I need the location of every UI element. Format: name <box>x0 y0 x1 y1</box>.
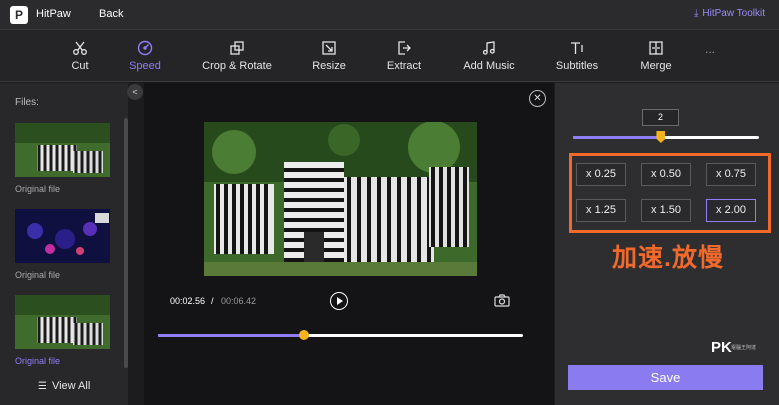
speed-option-2-00[interactable]: x 2.00 <box>706 199 756 222</box>
speed-option-0-50[interactable]: x 0.50 <box>641 163 691 186</box>
timeline-progress <box>158 334 304 337</box>
close-icon[interactable]: ✕ <box>529 90 546 107</box>
files-panel: Files: Original file Original file Origi… <box>0 83 128 405</box>
current-time: 00:02.56 <box>170 296 206 306</box>
time-separator: / <box>211 296 214 306</box>
file-thumbnail-2[interactable] <box>15 209 110 263</box>
file-label: Original file <box>15 184 61 194</box>
collapse-panel-button[interactable]: < <box>127 84 143 100</box>
tool-merge[interactable]: Merge <box>639 30 673 82</box>
video-timeline[interactable] <box>158 330 523 340</box>
watermark-subtext: 電腦王阿達 <box>731 345 757 351</box>
timeline-handle[interactable] <box>299 330 309 340</box>
video-frame <box>204 122 477 276</box>
download-icon: ⤓ <box>693 8 699 19</box>
view-all-label: View All <box>51 380 91 392</box>
speed-option-1-50[interactable]: x 1.50 <box>641 199 691 222</box>
tool-label: Extract <box>386 60 422 72</box>
play-button[interactable] <box>330 292 348 310</box>
tool-label: Resize <box>312 60 346 72</box>
speed-value-input[interactable]: 2 <box>642 109 679 126</box>
tool-label: Merge <box>640 60 672 72</box>
crop-rotate-icon <box>230 41 244 55</box>
tool-speed[interactable]: Speed <box>127 30 163 82</box>
speed-option-0-25[interactable]: x 0.25 <box>576 163 626 186</box>
tool-label: Crop & Rotate <box>202 60 272 72</box>
extract-icon <box>398 41 411 55</box>
text-icon <box>571 42 583 54</box>
tool-cut[interactable]: Cut <box>68 30 92 82</box>
zebra-video-image <box>204 122 477 276</box>
tool-label: Speed <box>129 60 161 72</box>
view-all-button[interactable]: ☰ View All <box>38 380 90 392</box>
hitpaw-logo: P <box>10 6 28 24</box>
list-icon: ☰ <box>38 381 47 392</box>
app-name: HitPaw <box>36 8 71 20</box>
save-button[interactable]: Save <box>568 365 763 390</box>
title-bar: P HitPaw Back ⤓ HitPaw Toolkit <box>0 0 779 30</box>
tool-label: Cut <box>71 60 89 72</box>
tool-add-music[interactable]: Add Music <box>462 30 516 82</box>
tool-subtitles[interactable]: Subtitles <box>555 30 599 82</box>
speedometer-icon <box>137 40 153 56</box>
tool-crop-rotate[interactable]: Crop & Rotate <box>202 30 272 82</box>
watermark-logo: PK <box>711 339 732 356</box>
toolbar: Cut Speed Crop & Rotate Resize Extract A… <box>0 30 779 82</box>
tool-label: Subtitles <box>555 60 599 72</box>
scissors-icon <box>73 41 87 55</box>
file-label: Original file <box>15 270 61 280</box>
speed-option-1-25[interactable]: x 1.25 <box>576 199 626 222</box>
back-button[interactable]: Back <box>99 8 123 20</box>
concert-thumbnail-image <box>15 209 110 263</box>
file-thumbnail-3[interactable] <box>15 295 110 349</box>
camera-icon[interactable] <box>494 294 510 312</box>
zebra-thumbnail-image <box>15 295 110 349</box>
tool-label: Add Music <box>463 60 515 72</box>
music-note-icon <box>482 41 495 55</box>
file-thumbnail-1[interactable] <box>15 123 110 177</box>
file-label: Original file <box>15 356 61 366</box>
merge-icon <box>649 41 663 55</box>
files-scrollbar[interactable] <box>124 118 128 368</box>
zebra-thumbnail-image <box>15 123 110 177</box>
toolkit-label: HitPaw Toolkit <box>702 8 765 19</box>
tool-resize[interactable]: Resize <box>311 30 347 82</box>
toolkit-link[interactable]: ⤓ HitPaw Toolkit <box>694 8 765 19</box>
more-tools-button[interactable]: ... <box>705 42 715 56</box>
speed-slider-fill <box>573 136 661 139</box>
resize-icon <box>322 41 336 55</box>
speed-slider[interactable] <box>573 131 759 143</box>
files-title: Files: <box>15 97 39 108</box>
tool-extract[interactable]: Extract <box>385 30 423 82</box>
speed-option-0-75[interactable]: x 0.75 <box>706 163 756 186</box>
annotation-text: 加速.放慢 <box>612 244 724 272</box>
total-time: 00:06.42 <box>221 296 257 306</box>
